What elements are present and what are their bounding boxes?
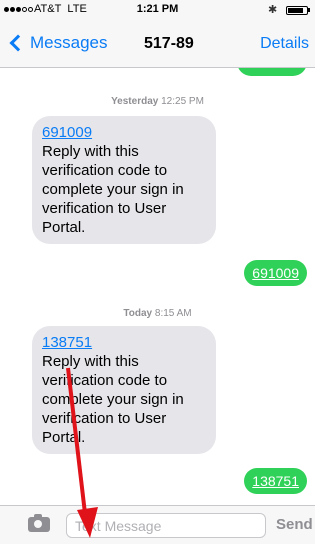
annotation-arrow xyxy=(66,367,98,538)
arrow-shaft xyxy=(66,367,88,523)
arrow-head xyxy=(77,507,98,538)
